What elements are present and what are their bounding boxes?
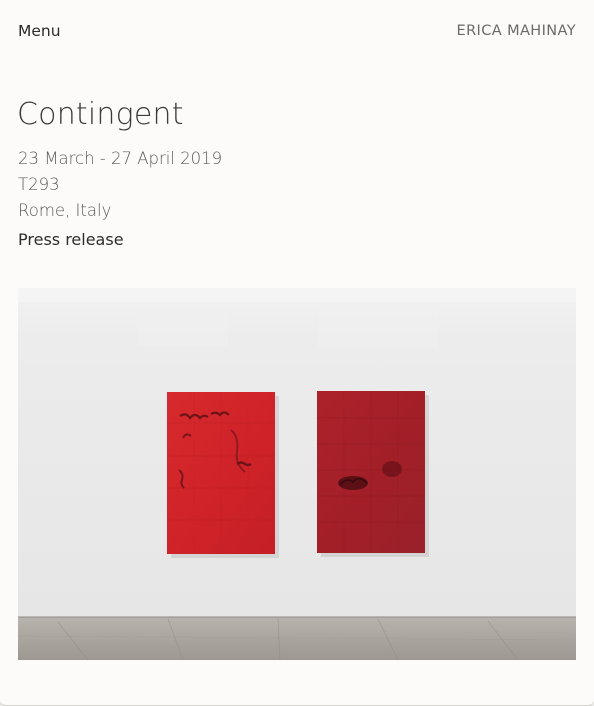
artist-name-link[interactable]: ERICA MAHINAY xyxy=(457,23,576,39)
page: Menu ERICA MAHINAY Contingent 23 March -… xyxy=(0,0,594,706)
installation-photo-graphic xyxy=(18,288,576,660)
press-release-link[interactable]: Press release xyxy=(18,230,124,249)
menu-button[interactable]: Menu xyxy=(18,22,61,40)
gallery-wall xyxy=(18,288,576,618)
installation-view-image[interactable] xyxy=(18,288,576,660)
exhibition-title: Contingent xyxy=(17,97,184,132)
painting-left xyxy=(167,392,279,558)
gallery-floor xyxy=(18,617,576,660)
painting-right xyxy=(317,391,429,557)
top-bar: Menu ERICA MAHINAY xyxy=(18,20,576,44)
exhibition-location: Rome, Italy xyxy=(18,201,112,220)
exhibition-dates: 23 March - 27 April 2019 xyxy=(18,149,223,168)
exhibition-venue: T293 xyxy=(18,175,60,194)
